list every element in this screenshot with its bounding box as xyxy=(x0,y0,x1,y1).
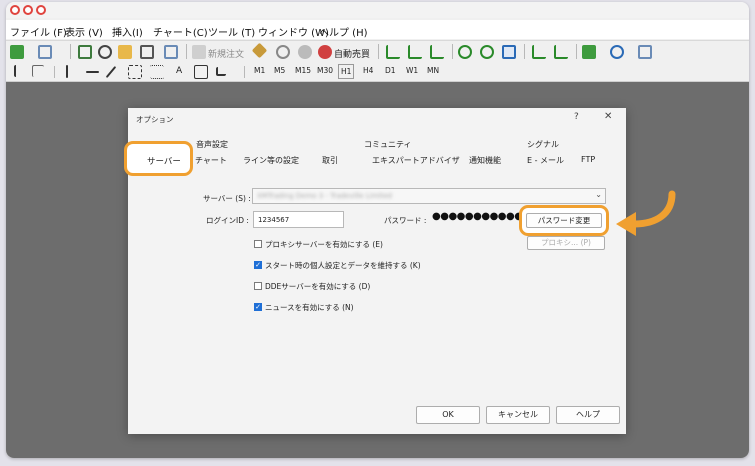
zoom-in-icon[interactable] xyxy=(458,45,472,59)
text-tool-icon[interactable]: A xyxy=(176,66,182,76)
tab-chart[interactable]: チャート xyxy=(195,155,227,166)
new-order-label[interactable]: 新規注文 xyxy=(208,47,244,60)
strategy-tester-icon[interactable] xyxy=(164,45,178,59)
login-input[interactable]: 1234567 xyxy=(253,211,344,228)
change-password-highlight: パスワード変更 xyxy=(519,205,609,236)
dialog-title: オプション xyxy=(136,115,174,124)
timeframe-h4[interactable]: H4 xyxy=(363,66,373,75)
text-label-icon[interactable] xyxy=(194,65,208,79)
menu-chart[interactable]: チャート(C) xyxy=(153,24,208,39)
trendline-icon[interactable] xyxy=(105,65,117,79)
news-label[interactable]: ニュースを有効にする (N) xyxy=(265,302,354,313)
dde-server-checkbox[interactable] xyxy=(254,282,262,290)
market-watch-icon[interactable] xyxy=(78,45,92,59)
tab-notifications[interactable]: 通知機能 xyxy=(469,155,501,166)
change-password-button[interactable]: パスワード変更 xyxy=(526,213,602,228)
candlestick-icon[interactable] xyxy=(408,45,422,59)
terminal-icon[interactable] xyxy=(140,45,154,59)
server-select[interactable]: XMTrading Demo 3 - Tradeville Limited ⌄ xyxy=(252,188,606,204)
metaeditor-icon[interactable] xyxy=(251,42,268,59)
timeframe-w1[interactable]: W1 xyxy=(406,66,418,75)
user-icon[interactable] xyxy=(276,45,290,59)
timeframe-mn[interactable]: MN xyxy=(427,66,439,75)
profiles-icon[interactable] xyxy=(38,45,52,59)
ok-button[interactable]: OK xyxy=(416,406,480,424)
auto-trade-label[interactable]: 自動売買 xyxy=(334,47,370,60)
help-button[interactable]: ヘルプ xyxy=(556,406,620,424)
menu-tools[interactable]: ツール (T) xyxy=(208,24,255,39)
timeframe-h1[interactable]: H1 xyxy=(338,64,355,79)
dde-server-label[interactable]: DDEサーバーを有効にする (D) xyxy=(265,281,370,292)
server-label: サーバー (S) : xyxy=(203,194,251,203)
line-chart-icon[interactable] xyxy=(430,45,444,59)
arrows-icon[interactable] xyxy=(216,67,226,76)
auto-scroll-icon[interactable] xyxy=(532,45,546,59)
zoom-window-icon[interactable] xyxy=(36,5,46,15)
tab-community[interactable]: コミュニティ xyxy=(364,139,412,150)
tile-windows-icon[interactable] xyxy=(502,45,516,59)
zoom-out-icon[interactable] xyxy=(480,45,494,59)
menu-view[interactable]: 表示 (V) xyxy=(65,24,103,39)
keep-settings-checkbox[interactable]: ✓ xyxy=(254,261,262,269)
chevron-down-icon: ⌄ xyxy=(595,190,602,199)
timeframe-d1[interactable]: D1 xyxy=(385,66,396,75)
timeframe-m15[interactable]: M15 xyxy=(295,66,311,75)
proxy-button[interactable]: プロキシ... (P) xyxy=(527,236,605,250)
signals-icon[interactable] xyxy=(298,45,312,59)
new-chart-icon[interactable] xyxy=(10,45,24,59)
cancel-button[interactable]: キャンセル xyxy=(486,406,550,424)
password-label: パスワード : xyxy=(384,216,427,225)
login-value: 1234567 xyxy=(258,216,290,224)
channel-icon[interactable] xyxy=(128,65,142,79)
bar-chart-icon[interactable] xyxy=(386,45,400,59)
pointer-arrow-icon xyxy=(616,190,676,236)
menu-help[interactable]: ヘルプ (H) xyxy=(319,24,368,39)
menu-file[interactable]: ファイル (F) xyxy=(10,24,67,39)
news-checkbox[interactable]: ✓ xyxy=(254,303,262,311)
timeframe-m30[interactable]: M30 xyxy=(317,66,333,75)
drawing-toolbar: A M1 M5 M15 M30 H1 H4 D1 W1 MN xyxy=(6,63,749,82)
server-tab-highlight[interactable]: サーバー xyxy=(124,141,193,176)
fibonacci-icon[interactable] xyxy=(150,65,164,79)
tab-expert-advisors[interactable]: エキスパートアドバイザ xyxy=(372,155,460,166)
indicators-icon[interactable] xyxy=(582,45,596,59)
minimize-window-icon[interactable] xyxy=(23,5,33,15)
help-icon[interactable]: ? xyxy=(574,112,579,122)
title-bar xyxy=(6,2,749,18)
tab-ftp[interactable]: FTP xyxy=(581,155,595,164)
tab-sound[interactable]: 音声設定 xyxy=(196,139,228,150)
login-label: ログインID : xyxy=(206,216,249,225)
proxy-checkbox[interactable] xyxy=(254,240,262,248)
timeframe-m1[interactable]: M1 xyxy=(254,66,265,75)
new-order-icon[interactable] xyxy=(192,45,206,59)
templates-icon[interactable] xyxy=(638,45,652,59)
proxy-checkbox-label[interactable]: プロキシサーバーを有効にする (E) xyxy=(265,239,383,250)
close-window-icon[interactable] xyxy=(10,5,20,15)
tab-signals[interactable]: シグナル xyxy=(527,139,559,150)
vertical-line-icon[interactable] xyxy=(66,65,68,78)
main-toolbar: 新規注文 自動売買 xyxy=(6,40,749,64)
keep-settings-label[interactable]: スタート時の個人設定とデータを維持する (K) xyxy=(265,260,421,271)
crosshair-icon[interactable] xyxy=(32,65,44,77)
timeframe-m5[interactable]: M5 xyxy=(274,66,285,75)
periods-icon[interactable] xyxy=(610,45,624,59)
navigator-icon[interactable] xyxy=(98,45,112,59)
server-value: XMTrading Demo 3 - Tradeville Limited xyxy=(257,192,392,200)
tab-server[interactable]: サーバー xyxy=(147,155,181,167)
tab-email[interactable]: E - メール xyxy=(527,155,564,166)
tab-objects[interactable]: ライン等の設定 xyxy=(243,155,299,166)
data-window-icon[interactable] xyxy=(118,45,132,59)
menu-bar: ファイル (F) 表示 (V) 挿入(I) チャート(C) ツール (T) ウィ… xyxy=(6,20,749,39)
cursor-icon[interactable] xyxy=(14,65,24,77)
close-icon[interactable]: ✕ xyxy=(604,111,612,122)
chart-shift-icon[interactable] xyxy=(554,45,568,59)
password-input[interactable]: ●●●●●●●●●●● xyxy=(432,211,522,222)
horizontal-line-icon[interactable] xyxy=(86,71,99,73)
menu-insert[interactable]: 挿入(I) xyxy=(112,24,143,39)
tab-trade[interactable]: 取引 xyxy=(322,155,338,166)
auto-trade-icon[interactable] xyxy=(318,45,332,59)
